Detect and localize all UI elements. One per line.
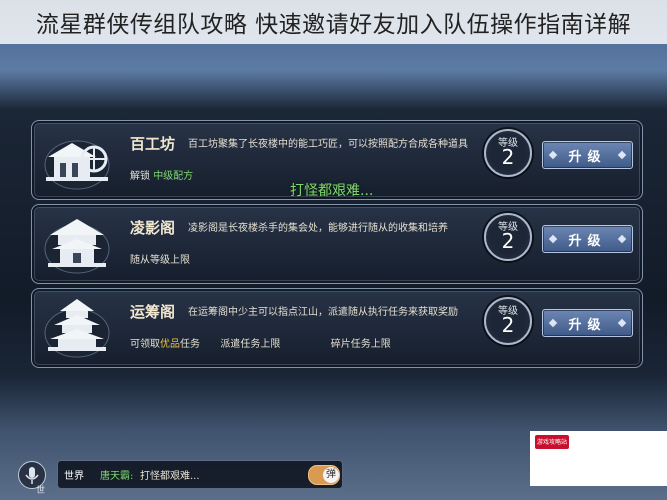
building-description: 在运筹阁中少主可以指点江山，派遣随从执行任务来获取奖励 xyxy=(188,307,458,318)
building-unlock-text: 随从等级上限 xyxy=(130,251,190,266)
page-title: 流星群侠传组队攻略 快速邀请好友加入队伍操作指南详解 xyxy=(35,12,632,38)
upgrade-button-strategy[interactable]: 升级 xyxy=(542,309,633,337)
pavilion-icon xyxy=(44,219,110,274)
chat-message-box[interactable]: 世界 唐天霸: 打怪都艰难... 弹 xyxy=(57,460,343,489)
diamond-icon xyxy=(548,318,558,328)
chat-sender[interactable]: 唐天霸: xyxy=(100,467,133,482)
unlock-highlight: 中级配方 xyxy=(153,171,194,182)
building-description: 凌影阁是长夜楼杀手的集会处，能够进行随从的收集和培养 xyxy=(188,223,448,234)
page-title-banner: 流星群侠传组队攻略 快速邀请好友加入队伍操作指南详解 xyxy=(0,0,667,44)
upgrade-label: 升级 xyxy=(568,233,607,249)
mic-channel-label: 世 xyxy=(36,486,46,496)
building-panel-strategy: 运筹阁 在运筹阁中少主可以指点江山，派遣随从执行任务来获取奖励 可领取优品任务 … xyxy=(31,288,643,368)
diamond-icon xyxy=(617,234,627,244)
building-name: 百工坊 xyxy=(130,135,176,153)
unlock-prefix: 可领取 xyxy=(130,339,160,350)
building-name: 运筹阁 xyxy=(130,303,176,321)
chat-message: 打怪都艰难... xyxy=(140,471,200,482)
barrage-toggle[interactable]: 弹 xyxy=(308,465,340,485)
pagoda-icon xyxy=(44,299,110,358)
unlock-extra: 碎片任务上限 xyxy=(330,339,391,350)
building-unlock-text: 解锁 中级配方 xyxy=(130,167,193,182)
level-value: 2 xyxy=(501,313,515,337)
watermark-text: 游戏攻略站 xyxy=(536,439,567,446)
building-panel-pavilion: 凌影阁 凌影阁是长夜楼杀手的集会处，能够进行随从的收集和培养 随从等级上限 等级… xyxy=(31,204,643,284)
building-description: 百工坊聚集了长夜楼中的能工巧匠，可以按照配方合成各种道具 xyxy=(188,139,468,150)
diamond-icon xyxy=(548,234,558,244)
toggle-knob: 弹 xyxy=(323,467,339,483)
diamond-icon xyxy=(617,150,627,160)
logo-icon: 游戏攻略站 xyxy=(535,435,569,449)
building-unlock-text: 可领取优品任务 派遣任务上限 碎片任务上限 xyxy=(130,335,391,350)
chat-channel: 世界 xyxy=(64,471,84,482)
level-badge: 等级 2 xyxy=(484,297,532,345)
workshop-icon xyxy=(44,140,110,190)
level-badge: 等级 2 xyxy=(484,213,532,261)
unlock-prefix: 解锁 xyxy=(130,171,150,182)
unlock-mid: 派遣任务上限 xyxy=(220,339,281,350)
level-value: 2 xyxy=(501,145,515,169)
chat-bar: 世 世界 唐天霸: 打怪都艰难... 弹 xyxy=(0,455,667,500)
level-badge: 等级 2 xyxy=(484,129,532,177)
diamond-icon xyxy=(548,150,558,160)
upgrade-label: 升级 xyxy=(568,317,607,333)
unlock-suffix: 任务 xyxy=(180,339,200,350)
unlock-prefix: 随从等级上限 xyxy=(130,255,190,266)
level-value: 2 xyxy=(501,229,515,253)
upgrade-button-workshop[interactable]: 升级 xyxy=(542,141,633,169)
unlock-highlight: 优品 xyxy=(160,339,180,350)
upgrade-button-pavilion[interactable]: 升级 xyxy=(542,225,633,253)
diamond-icon xyxy=(617,318,627,328)
building-name: 凌影阁 xyxy=(130,219,176,237)
upgrade-label: 升级 xyxy=(568,149,607,165)
floating-chat-message: 打怪都艰难... xyxy=(290,183,374,199)
